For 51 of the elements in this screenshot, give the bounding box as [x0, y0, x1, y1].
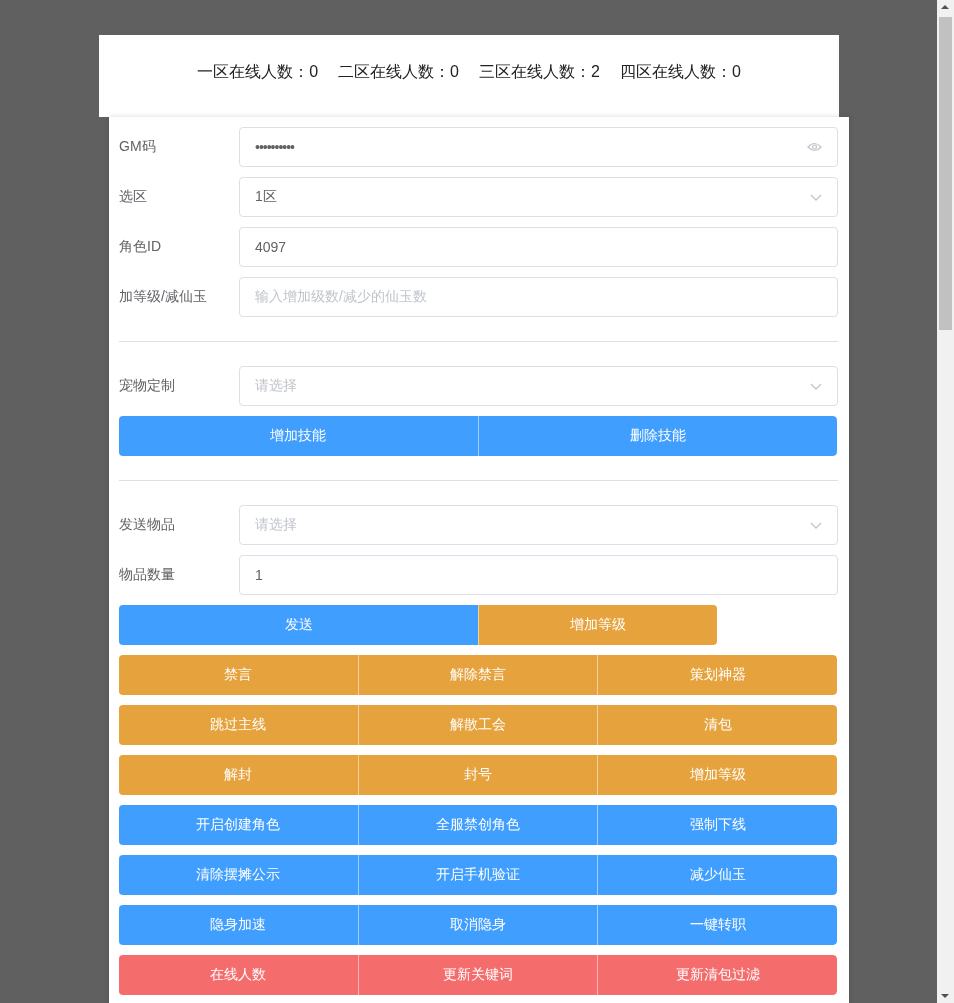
action-button[interactable]: 取消隐身: [357, 905, 598, 945]
action-button[interactable]: 清除摆摊公示: [119, 855, 358, 895]
field-label: 物品数量: [119, 566, 176, 584]
chevron-down-icon[interactable]: [810, 382, 822, 390]
chevron-down-icon[interactable]: [810, 193, 822, 201]
field-label: 角色ID: [119, 238, 162, 256]
action-button[interactable]: 一键转职: [597, 905, 837, 945]
action-button[interactable]: 删除技能: [477, 416, 837, 456]
online-count: 二区在线人数：0: [338, 61, 459, 82]
action-button[interactable]: 解除禁言: [357, 655, 598, 695]
field-label: 选区: [119, 188, 148, 206]
field-label: 加等级/减仙玉: [119, 288, 208, 306]
eye-icon[interactable]: [807, 142, 822, 152]
action-button[interactable]: 开启手机验证: [357, 855, 598, 895]
online-count: 三区在线人数：2: [479, 61, 600, 82]
action-button[interactable]: 开启创建角色: [119, 805, 358, 845]
action-button[interactable]: 封号: [357, 755, 598, 795]
select-field[interactable]: 请选择: [239, 505, 838, 545]
action-button[interactable]: 更新清包过滤: [597, 955, 837, 995]
scrollbar-thumb[interactable]: [939, 17, 952, 330]
action-button[interactable]: 增加技能: [119, 416, 478, 456]
scroll-down-icon[interactable]: [941, 994, 949, 998]
action-button[interactable]: 增加等级: [478, 605, 718, 645]
action-button[interactable]: 解封: [119, 755, 358, 795]
action-button[interactable]: 禁言: [119, 655, 358, 695]
field-label: 宠物定制: [119, 377, 176, 395]
input-field[interactable]: 4097: [239, 227, 838, 267]
field-label: GM码: [119, 138, 157, 156]
online-count: 四区在线人数：0: [619, 61, 741, 82]
action-button[interactable]: 清包: [597, 705, 837, 745]
select-field[interactable]: 请选择: [239, 366, 838, 406]
action-button[interactable]: 跳过主线: [119, 705, 358, 745]
action-button[interactable]: 强制下线: [597, 805, 837, 845]
action-button[interactable]: 更新关键词: [357, 955, 598, 995]
field-label: 发送物品: [119, 516, 176, 534]
online-count: 一区在线人数：0: [197, 61, 319, 82]
action-button[interactable]: 增加等级: [597, 755, 837, 795]
input-field[interactable]: 输入增加级数/减少的仙玉数: [239, 277, 838, 317]
action-button[interactable]: 策划神器: [597, 655, 837, 695]
input-field[interactable]: ••••••••••: [239, 127, 838, 167]
action-button[interactable]: 解散工会: [357, 705, 598, 745]
action-button[interactable]: 减少仙玉: [597, 855, 837, 895]
chevron-down-icon[interactable]: [810, 521, 822, 529]
scroll-up-icon[interactable]: [941, 5, 949, 9]
action-button[interactable]: 隐身加速: [119, 905, 358, 945]
action-button[interactable]: 发送: [119, 605, 478, 645]
action-button[interactable]: 全服禁创角色: [357, 805, 598, 845]
action-button[interactable]: 在线人数: [119, 955, 358, 995]
scrollbar[interactable]: [937, 0, 954, 1003]
input-field[interactable]: 1: [239, 555, 838, 595]
select-field[interactable]: 1区: [239, 177, 838, 217]
